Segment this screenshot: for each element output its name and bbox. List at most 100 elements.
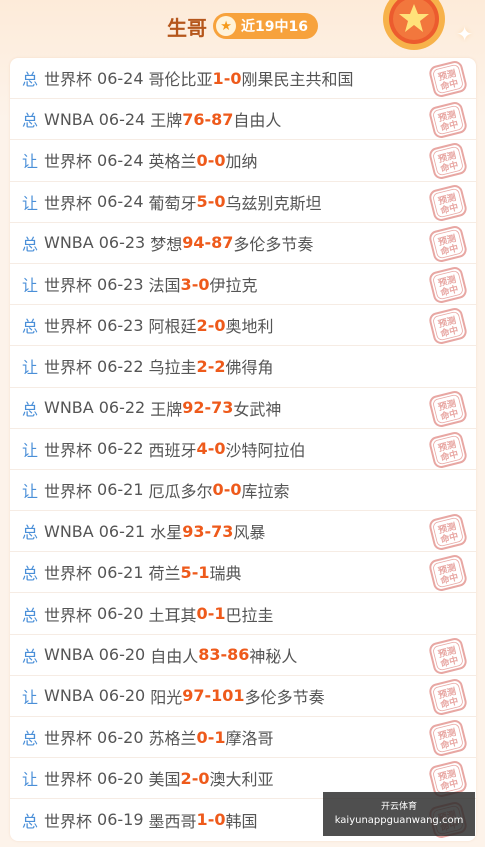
home-score: 0	[196, 727, 208, 747]
list-item[interactable]: 总 WNBA 06-23 梦想 94 - 87 多伦多节奏 预测 命中	[10, 223, 476, 264]
score-separator: -	[207, 192, 215, 212]
away-score: 0	[214, 810, 226, 830]
match-date: 06-23	[97, 315, 144, 335]
score-separator: -	[204, 521, 212, 541]
home-team: 自由人	[150, 646, 199, 666]
league: WNBA	[44, 233, 94, 253]
league: 世界杯	[44, 811, 93, 831]
score-separator: -	[207, 315, 215, 335]
away-team: 神秘人	[249, 646, 298, 666]
bet-type: 总	[22, 605, 39, 625]
list-item[interactable]: 总 世界杯 06-20 苏格兰 0 - 1 摩洛哥 预测 命中	[10, 717, 476, 759]
score-separator: -	[207, 604, 215, 624]
league: WNBA	[44, 686, 94, 706]
away-team: 韩国	[225, 811, 258, 831]
bet-type: 总	[22, 399, 39, 419]
home-team: 英格兰	[148, 152, 197, 172]
league: 世界杯	[44, 440, 93, 460]
bet-type: 总	[22, 317, 39, 337]
list-item[interactable]: 让 世界杯 06-21 厄瓜多尔 0 - 0 库拉索	[10, 470, 476, 512]
list-item[interactable]: 让 世界杯 06-22 西班牙 4 - 0 沙特阿拉伯 预测 命中	[10, 429, 476, 470]
away-score: 0	[230, 68, 242, 88]
prediction-hit-stamp-icon: 预测命中	[429, 184, 467, 221]
bet-type: 总	[22, 111, 39, 131]
away-team: 女武神	[233, 399, 282, 419]
home-team: 葡萄牙	[148, 193, 197, 213]
list-item[interactable]: 总 WNBA 06-22 王牌 92 - 73 女武神 预测 命中	[10, 388, 476, 429]
page: 生哥 ★ 近19中16 ✦ 总 世界杯 06-24 哥伦比亚 1 - 0 刚果民…	[0, 0, 485, 847]
away-team: 佛得角	[225, 358, 274, 378]
home-team: 美国	[148, 770, 181, 790]
match-date: 06-22	[98, 398, 146, 418]
prediction-hit-stamp-icon: 预测命中	[429, 308, 467, 345]
list-item[interactable]: 让 世界杯 06-24 英格兰 0 - 0 加纳 预测 命中	[10, 140, 476, 182]
away-score: 0	[214, 439, 226, 459]
league: WNBA	[44, 398, 94, 418]
match-date: 06-20	[98, 686, 146, 706]
away-team: 沙特阿拉伯	[225, 440, 306, 460]
score-separator: -	[220, 645, 228, 665]
home-team: 阳光	[150, 687, 183, 707]
home-score: 0	[212, 480, 224, 500]
list-item[interactable]: 让 世界杯 06-22 乌拉圭 2 - 2 佛得角	[10, 346, 476, 388]
score-separator: -	[207, 727, 215, 747]
home-score: 1	[196, 810, 208, 830]
home-score: 2	[196, 356, 208, 376]
list-item[interactable]: 总 世界杯 06-24 哥伦比亚 1 - 0 刚果民主共和国 预测 命中	[10, 58, 476, 100]
list-item[interactable]: 让 世界杯 06-24 葡萄牙 5 - 0 乌兹别克斯坦 预测 命中	[10, 182, 476, 223]
home-team: 哥伦比亚	[148, 70, 213, 90]
league: 世界杯	[44, 481, 93, 501]
star-icon: ★	[216, 16, 237, 36]
list-item[interactable]: 总 WNBA 06-24 王牌 76 - 87 自由人 预测 命中	[10, 99, 476, 141]
home-score: 1	[212, 68, 224, 88]
away-score: 0	[230, 480, 242, 500]
prediction-hit-stamp-icon: 预测命中	[429, 390, 467, 427]
list-item[interactable]: 让 WNBA 06-20 阳光 97 - 101 多伦多节奏 预测 命中	[10, 676, 476, 717]
expert-name[interactable]: 生哥	[167, 12, 207, 41]
home-team: 王牌	[150, 399, 183, 419]
match-date: 06-24	[97, 150, 144, 170]
away-team: 奥地利	[225, 317, 274, 337]
home-team: 梦想	[150, 234, 183, 254]
match-date: 06-22	[97, 439, 144, 459]
bet-type: 让	[22, 193, 39, 213]
away-score: 0	[214, 150, 226, 170]
away-team: 摩洛哥	[225, 729, 274, 749]
league: 世界杯	[44, 70, 93, 90]
home-score: 2	[180, 768, 192, 788]
match-date: 06-23	[98, 233, 146, 253]
away-score: 1	[198, 562, 210, 582]
prediction-hit-stamp-icon: 预测命中	[429, 102, 467, 139]
list-item[interactable]: 总 世界杯 06-20 土耳其 0 - 1 巴拉圭	[10, 593, 476, 635]
away-team: 刚果民主共和国	[241, 70, 354, 90]
bet-type: 总	[22, 564, 39, 584]
away-team: 库拉索	[241, 481, 290, 501]
bet-type: 总	[22, 523, 39, 543]
away-team: 加纳	[225, 152, 258, 172]
home-team: 墨西哥	[148, 811, 197, 831]
score-separator: -	[207, 356, 215, 376]
list-item[interactable]: 总 WNBA 06-21 水星 93 - 73 风暴 预测 命中	[10, 511, 476, 553]
home-score: 4	[196, 439, 208, 459]
home-team: 苏格兰	[148, 729, 197, 749]
away-score: 87	[211, 109, 234, 129]
home-score: 76	[182, 109, 205, 129]
home-team: 厄瓜多尔	[148, 481, 213, 501]
bet-type: 总	[22, 234, 39, 254]
home-score: 0	[196, 150, 208, 170]
prediction-list: 总 世界杯 06-24 哥伦比亚 1 - 0 刚果民主共和国 预测 命中 总 WN…	[10, 58, 476, 841]
score-separator: -	[204, 398, 212, 418]
match-date: 06-24	[97, 68, 144, 88]
bet-type: 总	[22, 729, 39, 749]
away-score: 101	[211, 686, 245, 706]
match-date: 06-24	[98, 109, 146, 129]
league: 世界杯	[44, 729, 93, 749]
list-item[interactable]: 总 WNBA 06-20 自由人 83 - 86 神秘人 预测 命中	[10, 635, 476, 676]
match-date: 06-19	[97, 810, 144, 830]
record-badge: ★ 近19中16	[213, 13, 318, 39]
score-separator: -	[204, 233, 212, 253]
list-item[interactable]: 总 世界杯 06-21 荷兰 5 - 1 瑞典 预测 命中	[10, 552, 476, 594]
list-item[interactable]: 总 世界杯 06-23 阿根廷 2 - 0 奥地利 预测 命中	[10, 305, 476, 347]
list-item[interactable]: 让 世界杯 06-23 法国 3 - 0 伊拉克 预测 命中	[10, 264, 476, 306]
watermark-top: 开云体育	[380, 802, 417, 812]
